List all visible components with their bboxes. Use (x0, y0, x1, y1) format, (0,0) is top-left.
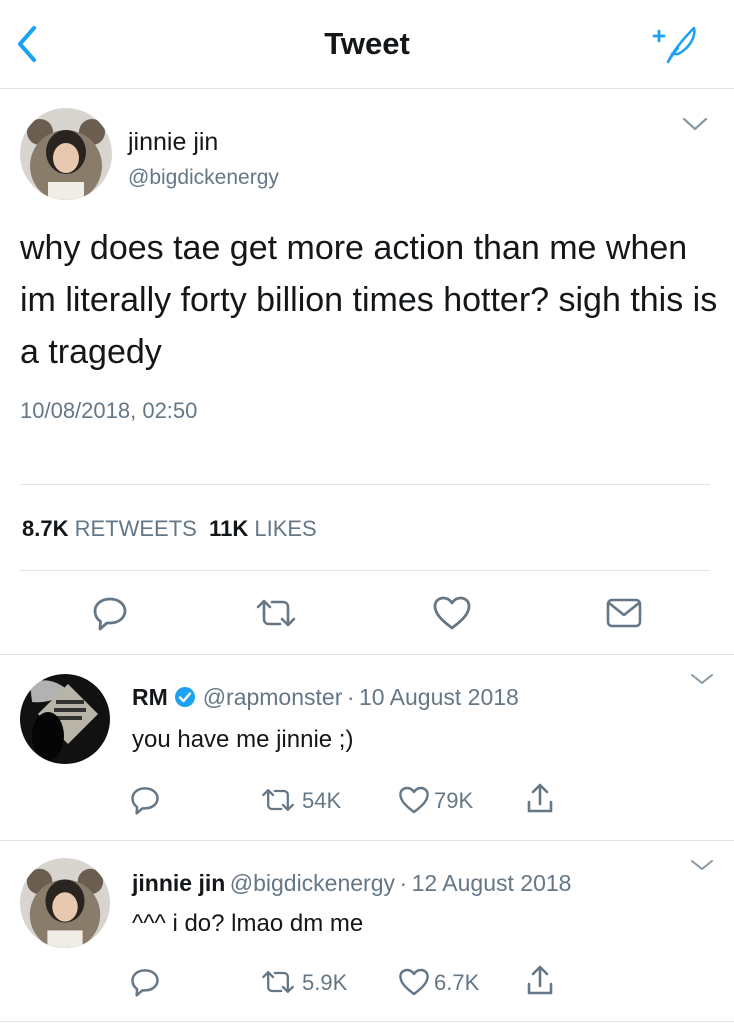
like-label[interactable]: LIKES (254, 516, 316, 541)
retweet-icon[interactable] (260, 787, 296, 818)
message-icon[interactable] (606, 598, 642, 633)
chevron-down-icon[interactable] (690, 858, 714, 877)
share-icon[interactable] (526, 782, 554, 819)
reply-author-handle[interactable]: @rapmonster (203, 684, 343, 710)
like-count[interactable]: 11K (209, 516, 248, 541)
retweet-count[interactable]: 5.9K (302, 970, 347, 996)
reply-icon[interactable] (130, 967, 160, 1002)
meta-separator: · (399, 870, 408, 896)
avatar[interactable] (20, 674, 110, 764)
retweet-count[interactable]: 54K (302, 788, 341, 814)
author-handle[interactable]: @bigdickenergy (128, 166, 279, 190)
reply-date[interactable]: 10 August 2018 (359, 684, 519, 710)
like-count[interactable]: 6.7K (434, 970, 479, 996)
meta-separator: · (346, 684, 355, 710)
reply-date[interactable]: 12 August 2018 (412, 870, 572, 896)
avatar[interactable] (20, 858, 110, 948)
nav-divider (0, 88, 734, 89)
avatar[interactable] (20, 108, 112, 200)
chevron-down-icon[interactable] (682, 116, 708, 132)
retweet-icon[interactable] (254, 598, 298, 633)
like-icon[interactable] (398, 967, 430, 1002)
page-title: Tweet (324, 26, 410, 61)
reply-header: RM @rapmonster · 10 August 2018 (132, 684, 519, 713)
share-icon[interactable] (526, 964, 554, 1001)
divider (0, 840, 734, 841)
reply-text: ^^^ i do? lmao dm me (132, 910, 364, 937)
retweet-icon[interactable] (260, 969, 296, 1000)
reply-header: jinnie jin @bigdickenergy · 12 August 20… (132, 870, 571, 897)
divider (0, 654, 734, 655)
retweet-label[interactable]: RETWEETS (75, 516, 197, 541)
reply-icon[interactable] (130, 785, 160, 820)
like-count[interactable]: 79K (434, 788, 473, 814)
engagement-stats: 8.7K RETWEETS 11K LIKES (22, 516, 317, 542)
compose-icon[interactable] (650, 22, 700, 66)
divider (20, 570, 710, 571)
divider (20, 484, 710, 485)
reply-text: you have me jinnie ;) (132, 726, 354, 753)
tweet-text: why does tae get more action than me whe… (20, 229, 718, 371)
chevron-down-icon[interactable] (690, 672, 714, 691)
author-name[interactable]: jinnie jin (128, 128, 218, 157)
divider (0, 1021, 734, 1022)
reply-author-handle[interactable]: @bigdickenergy (230, 870, 395, 896)
reply-author-name[interactable]: jinnie jin (132, 870, 225, 896)
retweet-count[interactable]: 8.7K (22, 516, 68, 541)
like-icon[interactable] (398, 785, 430, 820)
tweet-timestamp: 10/08/2018, 02:50 (20, 398, 198, 423)
verified-badge-icon (174, 686, 196, 713)
reply-author-name[interactable]: RM (132, 684, 168, 710)
reply-icon[interactable] (92, 595, 128, 636)
like-icon[interactable] (432, 595, 472, 636)
